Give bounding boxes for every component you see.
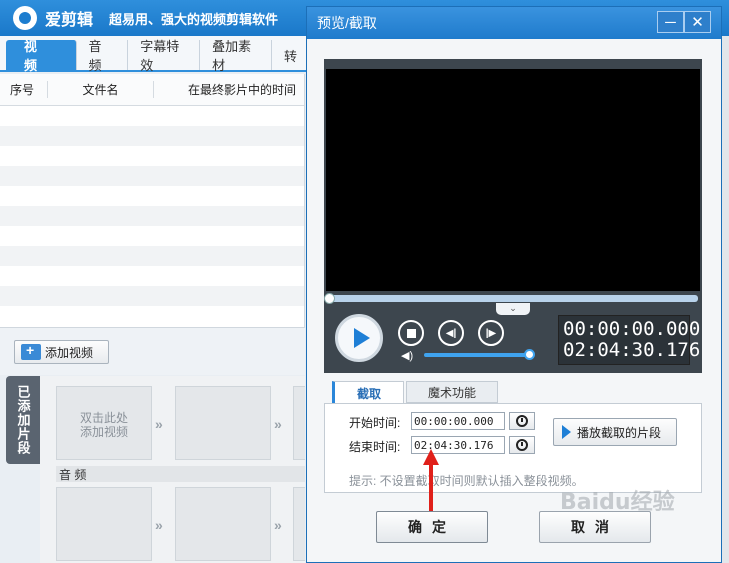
set-start-time-button[interactable] bbox=[509, 412, 535, 430]
tab-transition[interactable]: 转 bbox=[272, 40, 310, 70]
add-video-label: 添加视频 bbox=[45, 345, 94, 360]
tab-overlay-material[interactable]: 叠加素材 bbox=[200, 39, 272, 73]
column-header-filename[interactable]: 文件名 bbox=[48, 81, 154, 98]
video-slot[interactable] bbox=[293, 386, 305, 460]
next-frame-button[interactable]: |▶ bbox=[478, 320, 504, 346]
table-row bbox=[0, 166, 304, 186]
chevron-right-icon: » bbox=[155, 517, 163, 533]
play-segment-label: 播放截取的片段 bbox=[577, 425, 662, 440]
table-row bbox=[0, 106, 304, 126]
app-slogan: 超易用、强大的视频剪辑软件 bbox=[109, 11, 279, 27]
added-clips-side-tab[interactable]: 已添加片段 bbox=[6, 376, 40, 464]
stop-icon bbox=[406, 328, 416, 338]
clock-icon bbox=[516, 439, 528, 451]
ok-button[interactable]: 确定 bbox=[376, 511, 488, 543]
chevron-right-icon: » bbox=[274, 416, 282, 432]
dialog-title: 预览/截取 bbox=[317, 15, 377, 31]
play-icon bbox=[562, 425, 571, 439]
video-slot[interactable]: 双击此处 添加视频 bbox=[56, 386, 152, 460]
chevron-right-icon: » bbox=[274, 517, 282, 533]
dialog-tabs: 截取 魔术功能 bbox=[324, 381, 702, 404]
add-video-bar: 添加视频 bbox=[0, 327, 305, 375]
slot-hint: 双击此处 添加视频 bbox=[79, 411, 128, 439]
timeline: 双击此处 添加视频 » » 音 频 » » bbox=[40, 376, 305, 563]
end-time-label: 结束时间: bbox=[349, 440, 401, 454]
volume-handle[interactable] bbox=[524, 349, 535, 360]
next-frame-icon: |▶ bbox=[485, 327, 497, 339]
film-add-icon bbox=[21, 342, 41, 360]
add-video-button[interactable]: 添加视频 bbox=[14, 340, 109, 364]
timecode-total: 02:04:30.176 bbox=[563, 339, 701, 361]
minimize-icon[interactable]: ─ bbox=[657, 11, 684, 33]
table-row bbox=[0, 226, 304, 246]
timecode-current: 00:00:00.000 bbox=[563, 318, 701, 340]
seek-handle[interactable] bbox=[324, 293, 335, 304]
table-row bbox=[0, 206, 304, 226]
table-row bbox=[0, 306, 304, 326]
tab-magic-functions[interactable]: 魔术功能 bbox=[406, 381, 498, 403]
start-time-input[interactable]: 00:00:00.000 bbox=[411, 412, 505, 430]
clip-table-header: 序号 文件名 在最终影片中的时间 bbox=[0, 74, 304, 106]
table-row bbox=[0, 186, 304, 206]
audio-slot[interactable] bbox=[56, 487, 152, 561]
video-display[interactable] bbox=[326, 69, 700, 291]
table-row bbox=[0, 286, 304, 306]
audio-slot[interactable] bbox=[175, 487, 271, 561]
tab-cut[interactable]: 截取 bbox=[332, 381, 404, 404]
previous-frame-icon: ◀| bbox=[445, 327, 457, 339]
table-row bbox=[0, 126, 304, 146]
start-time-label: 开始时间: bbox=[349, 416, 401, 430]
play-segment-button[interactable]: 播放截取的片段 bbox=[553, 418, 677, 446]
set-end-time-button[interactable] bbox=[509, 436, 535, 454]
play-button[interactable] bbox=[335, 314, 383, 362]
timecode-display: 00:00:00.000 02:04:30.176 bbox=[558, 315, 701, 365]
column-header-index[interactable]: 序号 bbox=[0, 81, 48, 98]
hint-text: 提示: 不设置截取时间则默认插入整段视频。 bbox=[349, 474, 584, 488]
table-row bbox=[0, 146, 304, 166]
play-icon bbox=[353, 328, 370, 348]
volume-slider[interactable] bbox=[424, 353, 528, 357]
audio-slot[interactable] bbox=[293, 487, 305, 561]
app-tabbar: 视 频 音 频 字幕特效 叠加素材 转 bbox=[0, 36, 310, 73]
cancel-button[interactable]: 取消 bbox=[539, 511, 651, 543]
app-logo-icon bbox=[13, 6, 37, 30]
seek-bar[interactable] bbox=[328, 295, 698, 302]
dialog-titlebar: 预览/截取 ─ ✕ bbox=[307, 7, 721, 39]
previous-frame-button[interactable]: ◀| bbox=[438, 320, 464, 346]
volume-icon[interactable]: ◀) bbox=[401, 349, 415, 362]
tab-subtitle-effects[interactable]: 字幕特效 bbox=[128, 39, 201, 73]
video-slot[interactable] bbox=[175, 386, 271, 460]
app-name: 爱剪辑 bbox=[45, 12, 94, 29]
table-row bbox=[0, 266, 304, 286]
clip-table: 序号 文件名 在最终影片中的时间 bbox=[0, 74, 305, 327]
chevron-right-icon: » bbox=[155, 416, 163, 432]
clock-icon bbox=[516, 415, 528, 427]
collapse-icon[interactable]: ⌄ bbox=[496, 303, 530, 315]
cut-panel: 开始时间: 00:00:00.000 结束时间: 02:04:30.176 播放… bbox=[324, 403, 702, 493]
dialog-window-buttons: ─ ✕ bbox=[657, 11, 711, 33]
preview-cut-dialog: 预览/截取 ─ ✕ ⌄ ◀| |▶ ◀) 00:00:00.000 02:04:… bbox=[306, 6, 722, 563]
video-player: ⌄ ◀| |▶ ◀) 00:00:00.000 02:04:30.176 bbox=[324, 59, 702, 373]
table-row bbox=[0, 246, 304, 266]
tab-audio[interactable]: 音 频 bbox=[77, 39, 129, 73]
tab-video[interactable]: 视 频 bbox=[6, 39, 77, 73]
close-icon[interactable]: ✕ bbox=[684, 11, 711, 33]
audio-track-label: 音 频 bbox=[56, 466, 305, 482]
background-panel-edge bbox=[722, 36, 729, 563]
column-header-time[interactable]: 在最终影片中的时间 bbox=[154, 81, 304, 98]
stop-button[interactable] bbox=[398, 320, 424, 346]
